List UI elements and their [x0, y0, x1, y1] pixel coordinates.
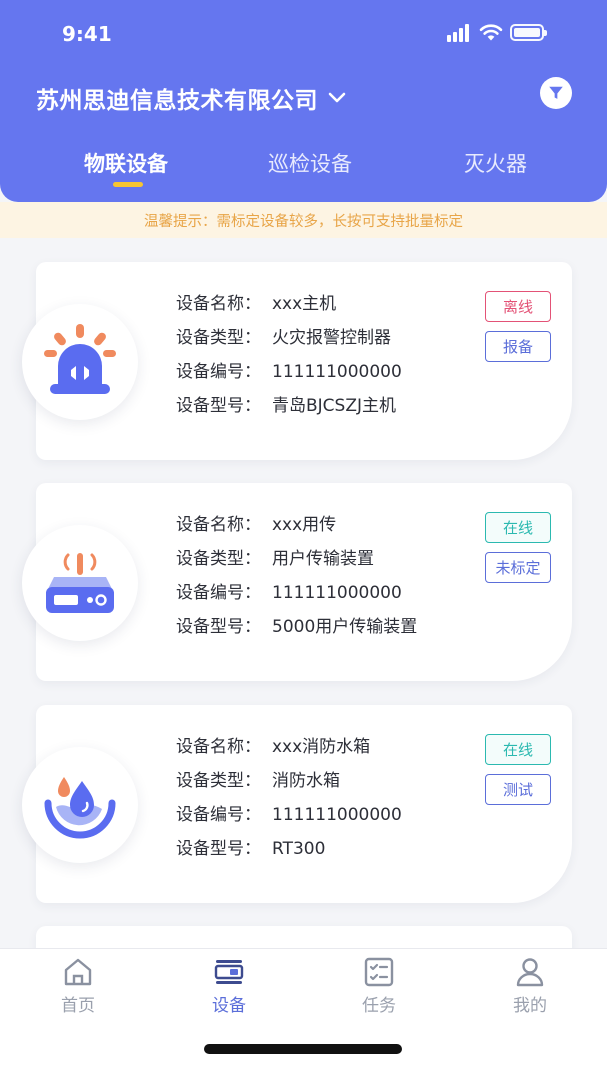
- device-model: RT300: [272, 839, 326, 859]
- info-row-name: 设备名称： xxx主机: [176, 292, 402, 326]
- tab-inspection-devices[interactable]: 巡检设备: [268, 148, 352, 178]
- company-name: 苏州思迪信息技术有限公司: [36, 88, 318, 114]
- device-model: 5000用户传输装置: [272, 617, 418, 637]
- info-row-model: 设备型号： 青岛BJCSZJ主机: [176, 394, 402, 428]
- device-icon: [214, 960, 244, 984]
- profile-icon: [516, 958, 544, 987]
- device-type: 用户传输装置: [272, 549, 374, 569]
- device-code: 111111000000: [272, 362, 402, 382]
- device-type: 消防水箱: [272, 771, 340, 791]
- info-row-name: 设备名称： xxx用传: [176, 513, 417, 547]
- device-card[interactable]: 设备名称： xxx用传 设备类型： 用户传输装置 设备编号： 111111000000…: [22, 483, 572, 681]
- info-row-code: 设备编号： 111111000000: [176, 803, 402, 837]
- device-name: xxx主机: [272, 294, 337, 314]
- tab-active-indicator: [113, 182, 143, 187]
- tabbar-device[interactable]: 设备: [189, 955, 269, 1016]
- device-card[interactable]: 设备名称： xxx主机 设备类型： 火灾报警控制器 设备编号： 11111100000…: [22, 262, 572, 460]
- tab-iot-devices[interactable]: 物联设备: [84, 148, 168, 178]
- tab-extinguishers[interactable]: 灭火器: [464, 148, 527, 178]
- device-code: 111111000000: [272, 805, 402, 825]
- device-code: 111111000000: [272, 583, 402, 603]
- calibrate-button[interactable]: 未标定: [485, 552, 551, 583]
- tabbar-task[interactable]: 任务: [339, 955, 419, 1016]
- info-row-code: 设备编号： 111111000000: [176, 581, 417, 615]
- home-icon: [64, 958, 92, 986]
- filter-button[interactable]: [540, 77, 572, 109]
- notice-banner: 温馨提示：需标定设备较多，长按可支持批量标定: [0, 202, 607, 238]
- bottom-tab-bar: 首页 设备 任务 我的: [0, 948, 607, 1080]
- tabbar-profile[interactable]: 我的: [490, 955, 570, 1016]
- water-tank-icon: [44, 777, 116, 839]
- home-indicator: [204, 1044, 402, 1054]
- device-model: 青岛BJCSZJ主机: [272, 396, 396, 416]
- wifi-icon: [479, 24, 503, 41]
- tabbar-home[interactable]: 首页: [38, 955, 118, 1016]
- status-badge: 在线: [485, 512, 551, 543]
- header: 9:41 苏州思迪信息技术有限公司 物联设备 巡检设备 灭火器: [0, 0, 607, 202]
- device-info: 设备名称： xxx用传 设备类型： 用户传输装置 设备编号： 111111000000…: [176, 513, 417, 649]
- device-name: xxx消防水箱: [272, 737, 371, 757]
- device-tabs: 物联设备 巡检设备 灭火器: [0, 138, 607, 198]
- device-type: 火灾报警控制器: [272, 328, 391, 348]
- device-info: 设备名称： xxx主机 设备类型： 火灾报警控制器 设备编号： 11111100000…: [176, 292, 402, 428]
- info-row-name: 设备名称： xxx消防水箱: [176, 735, 402, 769]
- info-row-type: 设备类型： 火灾报警控制器: [176, 326, 402, 360]
- device-icon-wrap: [22, 747, 138, 863]
- transmitter-device-icon: [46, 553, 114, 613]
- device-card[interactable]: 设备名称： xxx消防水箱 设备类型： 消防水箱 设备编号： 111111000000…: [22, 705, 572, 903]
- status-bar: 9:41: [0, 0, 607, 70]
- device-icon-wrap: [22, 304, 138, 420]
- cellular-signal-icon: [447, 24, 473, 42]
- status-time: 9:41: [62, 22, 112, 46]
- info-row-model: 设备型号： 5000用户传输装置: [176, 615, 417, 649]
- test-button[interactable]: 测试: [485, 774, 551, 805]
- info-row-code: 设备编号： 111111000000: [176, 360, 402, 394]
- alarm-siren-icon: [44, 324, 116, 394]
- filter-icon: [549, 86, 563, 99]
- info-row-model: 设备型号： RT300: [176, 837, 402, 871]
- device-name: xxx用传: [272, 515, 337, 535]
- status-badge: 在线: [485, 734, 551, 765]
- battery-icon: [510, 24, 547, 41]
- company-selector[interactable]: 苏州思迪信息技术有限公司: [36, 81, 348, 115]
- info-row-type: 设备类型： 消防水箱: [176, 769, 402, 803]
- chevron-down-icon: [328, 92, 346, 103]
- device-icon-wrap: [22, 525, 138, 641]
- device-info: 设备名称： xxx消防水箱 设备类型： 消防水箱 设备编号： 111111000000…: [176, 735, 402, 871]
- info-row-type: 设备类型： 用户传输装置: [176, 547, 417, 581]
- task-icon: [364, 957, 394, 987]
- report-button[interactable]: 报备: [485, 331, 551, 362]
- status-badge: 离线: [485, 291, 551, 322]
